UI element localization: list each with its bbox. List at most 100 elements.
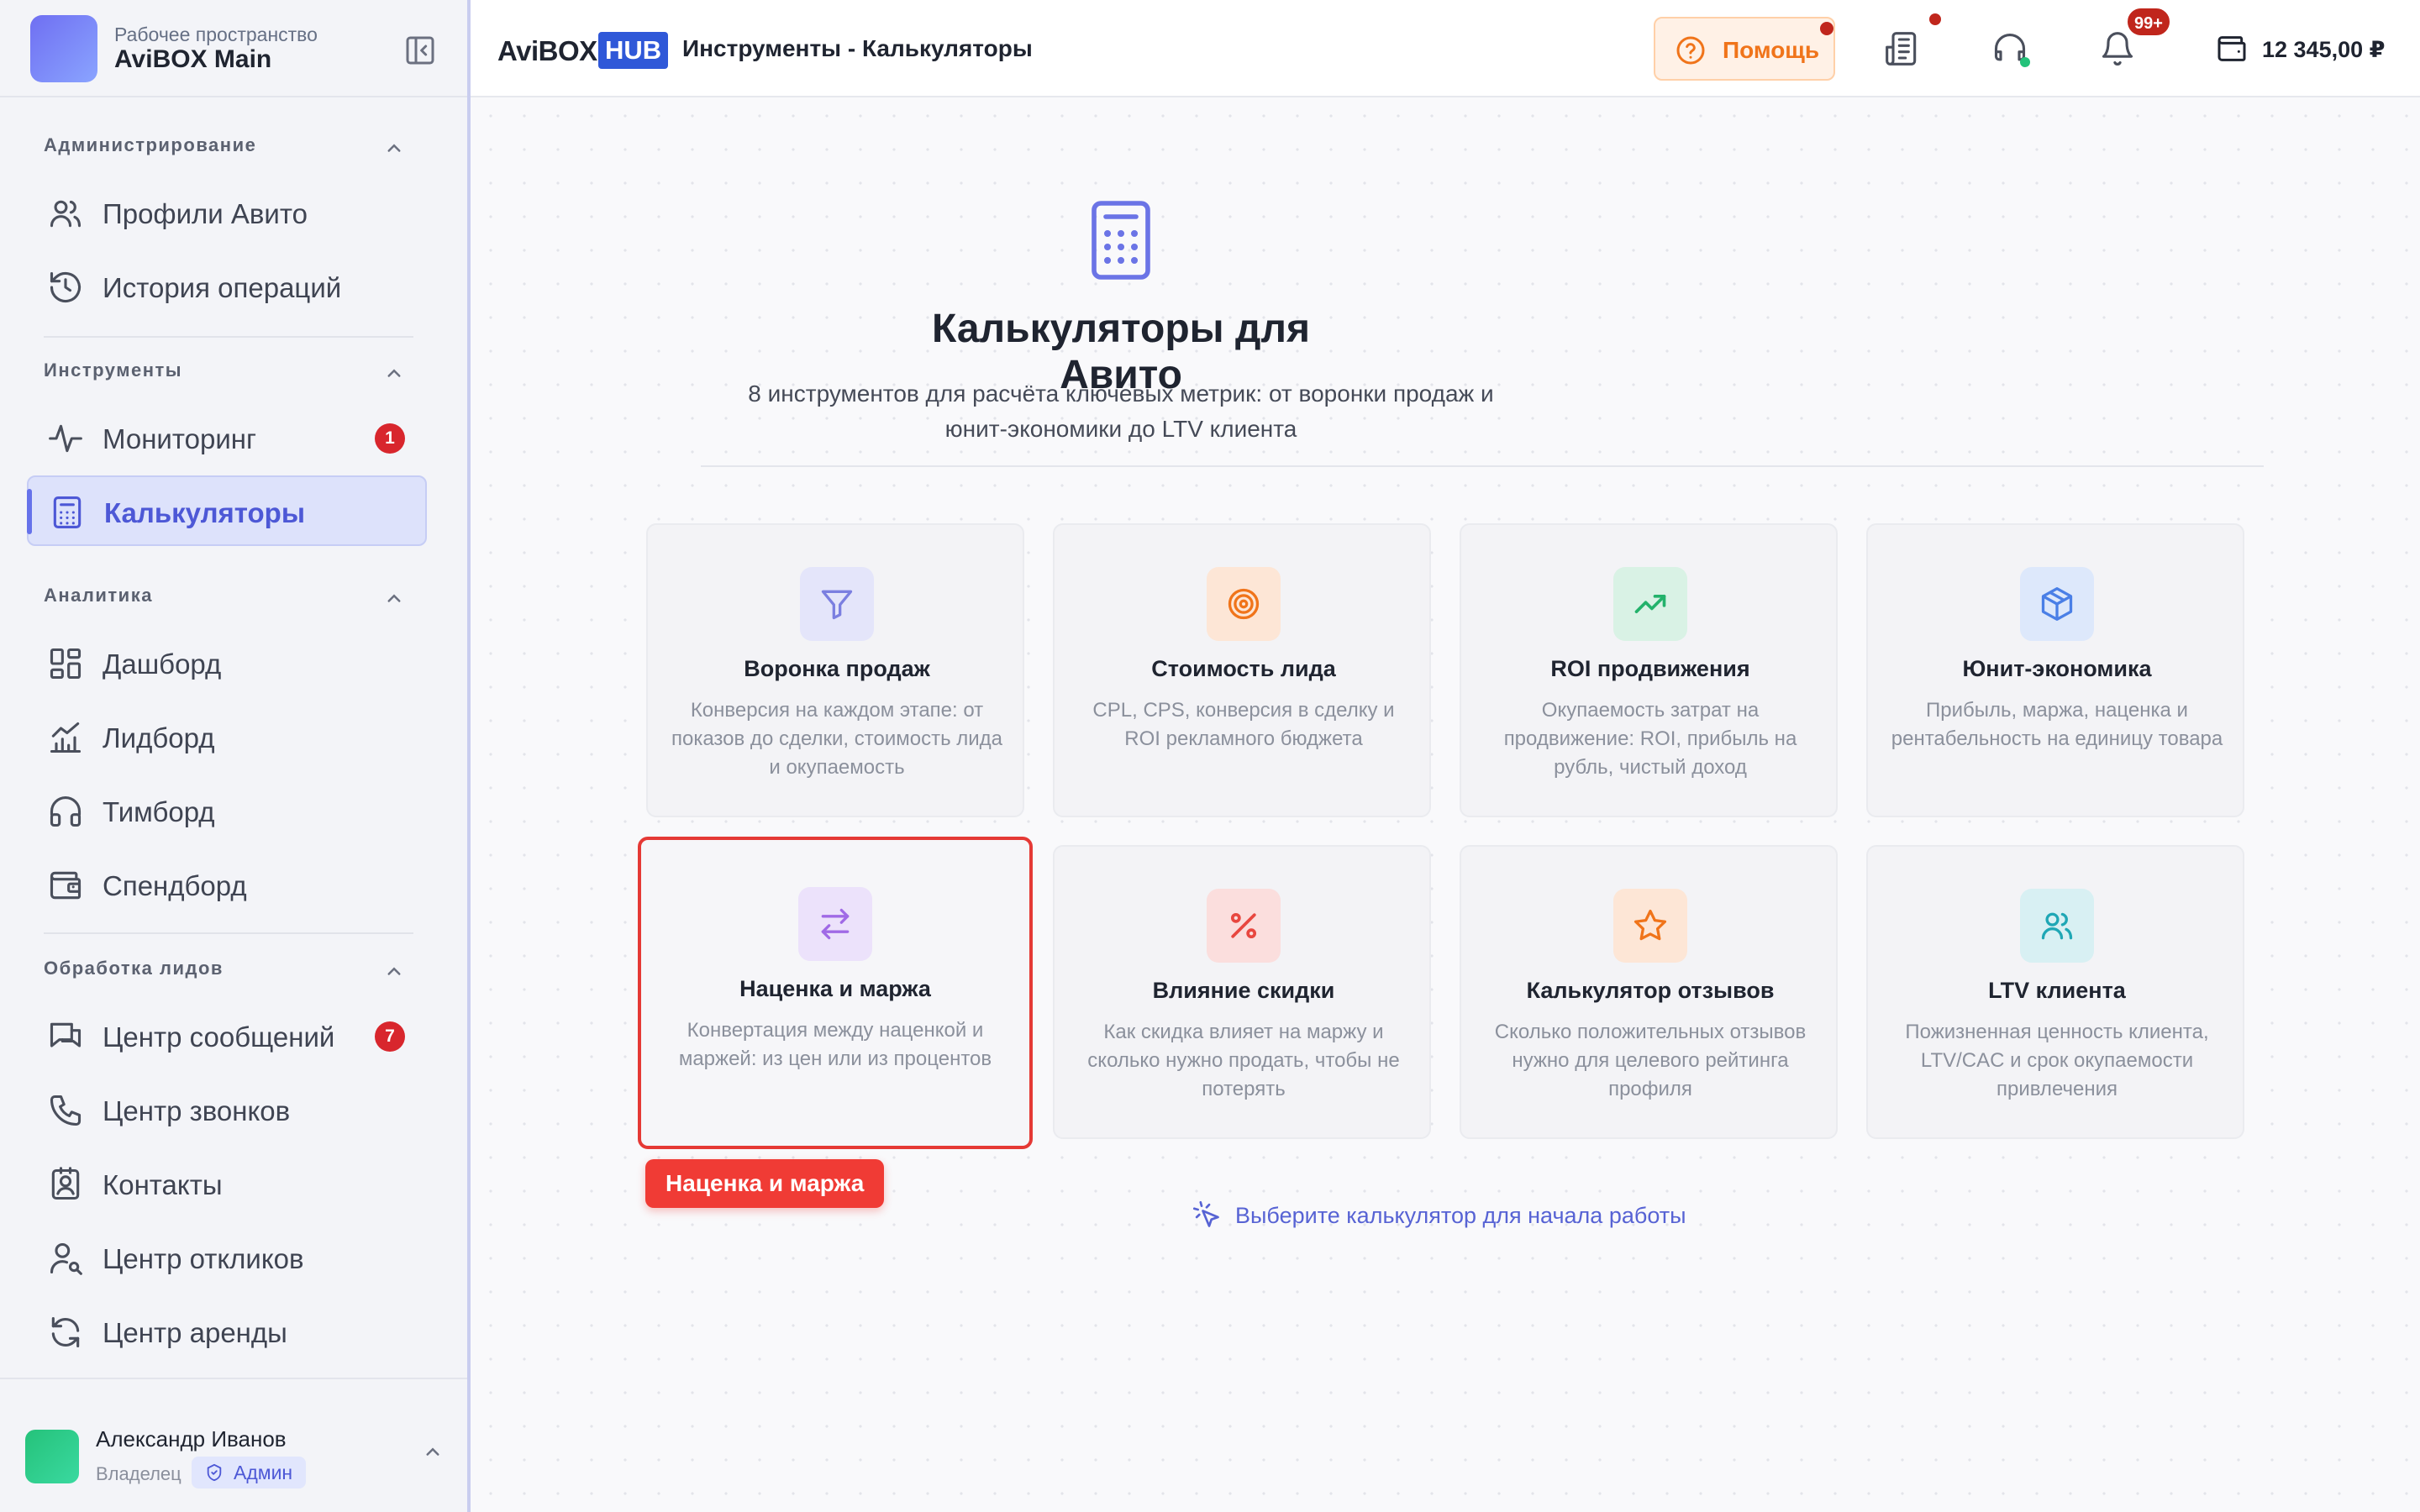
headphones-icon bbox=[50, 795, 82, 827]
hero-subtitle-line: 8 инструментов для расчёта ключевых метр… bbox=[748, 381, 1494, 407]
card-title: Калькулятор отзывов bbox=[1526, 978, 1775, 1003]
card-title: LTV клиента bbox=[1988, 978, 2126, 1003]
chevron-up-icon bbox=[387, 967, 401, 975]
sidebar-item-monitoring[interactable]: Мониторинг 1 bbox=[27, 403, 427, 474]
user-menu[interactable]: Александр Иванов Владелец Админ bbox=[0, 1378, 467, 1512]
divider bbox=[44, 932, 413, 934]
online-indicator bbox=[2020, 57, 2030, 67]
help-indicator bbox=[1820, 22, 1833, 35]
workspace-switcher[interactable]: Рабочее пространство AviBOX Main bbox=[0, 0, 467, 97]
role-badge-label: Админ bbox=[234, 1462, 293, 1483]
sidebar-item-call-center[interactable]: Центр звонков bbox=[27, 1075, 427, 1146]
card-description: Пожизненная ценность клиента, LTV/CAC и … bbox=[1905, 1021, 2209, 1100]
percent-icon bbox=[1230, 912, 1257, 939]
chevron-up-icon[interactable] bbox=[420, 1440, 445, 1465]
user-search-icon bbox=[50, 1242, 82, 1275]
sidebar-item-label: Спендборд bbox=[103, 870, 247, 901]
help-button[interactable]: Помощь bbox=[1654, 17, 1835, 81]
card-description: Как скидка влияет на маржу и сколько нуж… bbox=[1087, 1021, 1400, 1100]
count-badge: 1 bbox=[375, 423, 405, 454]
sidebar-item-message-center[interactable]: Центр сообщений 7 bbox=[27, 1001, 427, 1072]
calculator-card-markup-margin[interactable]: Наценка и маржа Конвертация между наценк… bbox=[638, 837, 1033, 1149]
card-description: CPL, CPS, конверсия в сделку и ROI рекла… bbox=[1092, 699, 1395, 750]
card-icon-tile bbox=[1207, 889, 1281, 963]
users-icon bbox=[50, 200, 82, 228]
calculator-card-discount-impact[interactable]: Влияние скидки Как скидка влияет на марж… bbox=[1053, 845, 1431, 1139]
card-description: Конвертация между наценкой и маржей: из … bbox=[678, 1019, 992, 1070]
sidebar-item-calculators[interactable]: Калькуляторы bbox=[27, 475, 427, 546]
card-icon-tile bbox=[800, 567, 874, 641]
workspace-logo bbox=[30, 15, 97, 82]
sidebar-item-dashboard[interactable]: Дашборд bbox=[27, 628, 427, 699]
chevron-up-icon bbox=[387, 594, 401, 602]
section-administration[interactable]: Администрирование bbox=[44, 134, 413, 168]
trending-up-icon bbox=[1634, 595, 1666, 613]
sidebar-item-label: Лидборд bbox=[103, 722, 215, 753]
card-description: Конверсия на каждом этапе: от показов до… bbox=[671, 699, 1003, 779]
notifications-count-badge: 99+ bbox=[2126, 7, 2171, 37]
history-icon bbox=[50, 271, 82, 303]
dashboard-icon bbox=[50, 648, 82, 680]
workspace-subtitle: Рабочее пространство bbox=[114, 24, 318, 45]
sidebar-item-leadboard[interactable]: Лидборд bbox=[27, 702, 427, 773]
sidebar-item-label: Центр аренды bbox=[103, 1317, 287, 1348]
box-icon bbox=[2041, 587, 2073, 621]
hero-subtitle-line: юнит-экономики до LTV клиента bbox=[944, 416, 1297, 442]
card-title: Воронка продаж bbox=[744, 656, 930, 681]
sidebar-item-operations-history[interactable]: История операций bbox=[27, 252, 427, 323]
main-content: Калькуляторы для Авито 8 инструментов дл… bbox=[474, 99, 2420, 1512]
sidebar-item-label: Контакты bbox=[103, 1169, 223, 1200]
calculator-icon bbox=[53, 496, 82, 528]
calculator-card-ltv[interactable]: LTV клиента Пожизненная ценность клиента… bbox=[1866, 845, 2244, 1139]
count-badge: 7 bbox=[375, 1021, 405, 1052]
card-icon-tile bbox=[1613, 567, 1687, 641]
card-title: Стоимость лида bbox=[1151, 656, 1336, 681]
card-description: Прибыль, маржа, наценка и рентабельность… bbox=[1891, 699, 2223, 750]
highlight-tag: Наценка и маржа bbox=[645, 1159, 885, 1208]
balance-amount: 12 345,00 ₽ bbox=[2262, 37, 2386, 62]
top-bar: AviBOX HUB Инструменты - Калькуляторы По… bbox=[471, 0, 2420, 97]
calculator-card-roi[interactable]: ROI продвижения Окупаемость затрат на пр… bbox=[1460, 523, 1838, 817]
notifications-button[interactable] bbox=[2099, 30, 2136, 67]
sidebar-item-label: Калькуляторы bbox=[104, 497, 306, 528]
sidebar-item-contacts[interactable]: Контакты bbox=[27, 1149, 427, 1220]
funnel-icon bbox=[821, 590, 853, 620]
sidebar-item-avito-profiles[interactable]: Профили Авито bbox=[27, 178, 427, 249]
card-title: ROI продвижения bbox=[1550, 656, 1750, 681]
avatar bbox=[25, 1430, 79, 1483]
logo-badge: HUB bbox=[598, 32, 669, 69]
sidebar-collapse-icon[interactable] bbox=[403, 34, 437, 67]
calculator-card-lead-cost[interactable]: Стоимость лида CPL, CPS, конверсия в сде… bbox=[1053, 523, 1431, 817]
sidebar-item-spendboard[interactable]: Спендборд bbox=[27, 850, 427, 921]
section-lead-processing[interactable]: Обработка лидов bbox=[44, 958, 413, 991]
user-role: Владелец bbox=[96, 1463, 182, 1484]
logo-text: AviBOX bbox=[497, 35, 597, 66]
contacts-icon bbox=[51, 1167, 80, 1200]
users-icon bbox=[2041, 912, 2073, 940]
phone-icon bbox=[50, 1095, 82, 1126]
card-title: Наценка и маржа bbox=[739, 976, 931, 1001]
card-icon-tile bbox=[1613, 889, 1687, 963]
sidebar-item-label: Мониторинг bbox=[103, 423, 257, 454]
sidebar-item-label: Профили Авито bbox=[103, 198, 308, 229]
section-analytics[interactable]: Аналитика bbox=[44, 585, 413, 618]
calculator-card-unit-economics[interactable]: Юнит-экономика Прибыль, маржа, наценка и… bbox=[1866, 523, 2244, 817]
calculator-card-sales-funnel[interactable]: Воронка продаж Конверсия на каждом этапе… bbox=[646, 523, 1024, 817]
sidebar-item-rental-center[interactable]: Центр аренды bbox=[27, 1297, 427, 1368]
user-name: Александр Иванов bbox=[96, 1426, 287, 1452]
wallet-icon bbox=[2217, 36, 2246, 61]
calculator-card-reviews[interactable]: Калькулятор отзывов Сколько положительны… bbox=[1460, 845, 1838, 1139]
section-tools[interactable]: Инструменты bbox=[44, 360, 413, 393]
card-icon-tile bbox=[798, 887, 872, 961]
refresh-icon bbox=[51, 1316, 80, 1348]
hint-text: Выберите калькулятор для начала работы bbox=[1235, 1203, 1686, 1228]
card-icon-tile bbox=[2020, 889, 2094, 963]
sidebar-item-teamboard[interactable]: Тимборд bbox=[27, 776, 427, 847]
sidebar-item-label: Центр звонков bbox=[103, 1095, 291, 1126]
page-title: Инструменты - Калькуляторы bbox=[682, 35, 1033, 61]
calculator-icon bbox=[1092, 201, 1150, 280]
news-button[interactable] bbox=[1884, 30, 1921, 67]
sidebar-item-label: История операций bbox=[103, 272, 342, 303]
sidebar-item-responses-center[interactable]: Центр откликов bbox=[27, 1223, 427, 1294]
wallet-icon bbox=[50, 871, 82, 900]
